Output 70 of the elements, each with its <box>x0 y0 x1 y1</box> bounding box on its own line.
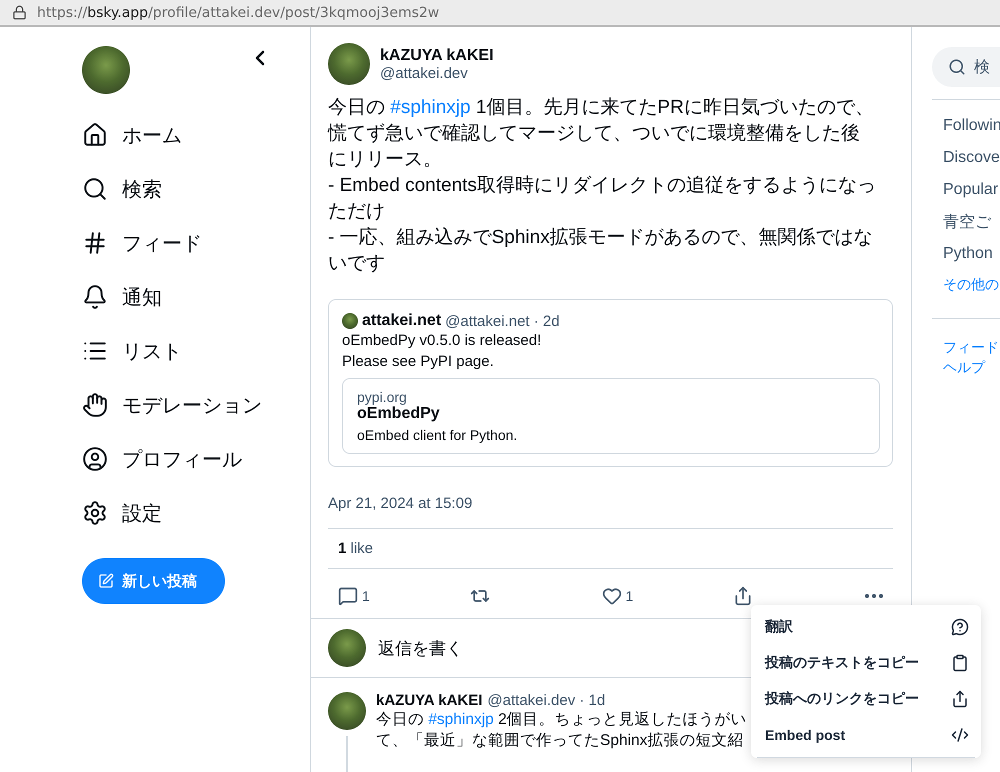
handle[interactable]: @attakei.dev <box>380 64 494 82</box>
menu-item[interactable]: Embed post <box>751 717 981 753</box>
hashtag-link[interactable]: #sphinxjp <box>428 711 494 728</box>
hand-icon <box>82 392 108 418</box>
code-icon <box>951 726 969 744</box>
settings-icon <box>82 500 108 526</box>
reply-prompt[interactable]: 返信を書く <box>378 636 463 660</box>
nav-item[interactable]: プロフィール <box>82 432 310 486</box>
feed-link[interactable]: Python <box>932 238 1000 270</box>
feed-link[interactable]: Discove <box>932 142 1000 174</box>
url-text: https://bsky.app/profile/attakei.dev/post/3kqmooj3ems2w <box>37 4 440 20</box>
quote-text: oEmbedPy v0.5.0 is released! <box>342 331 542 351</box>
question-bubble-icon <box>951 618 969 636</box>
link-domain: pypi.org <box>357 389 408 405</box>
post-text: - 一応、組み込みでSphinx拡張モードがあるので、無関係ではないです <box>328 226 874 276</box>
quoted-post[interactable]: attakei.net @attakei.net · 2d oEmbedPy v0.5.0 is released! Please see PyPI page. pypi.org oEmbedPy oEmbed client for Python. <box>328 299 893 467</box>
post-meta: @attakei.dev · 1d <box>487 692 606 709</box>
post-meta: @attakei.net · 2d <box>445 312 560 330</box>
avatar <box>328 629 366 667</box>
post-text: 今日の #sphinxjp 2個目。ちょっと見返したほうがい <box>376 710 747 730</box>
pen-icon <box>98 573 114 589</box>
avatar[interactable] <box>328 43 370 85</box>
footer-link[interactable]: ヘルプ <box>932 357 1000 377</box>
menu-item[interactable]: 投稿のテキストをコピー <box>751 645 981 681</box>
share-icon <box>733 586 754 606</box>
menu-item[interactable]: 投稿へのリンクをコピー <box>751 681 981 717</box>
heart-icon <box>602 586 622 606</box>
post-text: 今日の #sphinxjp 1個目。先月に来てたPRに昨日気づいたので、慌てず急いで確認してマージして、ついでに環境整備をした後にリリース。 <box>328 96 875 172</box>
nav-item[interactable]: モデレーション <box>82 378 310 432</box>
display-name: attakei.net <box>362 312 442 330</box>
post-text: て、「最近」な範囲で作ってたSphinx拡張の短文紹 <box>376 731 744 751</box>
address-bar[interactable]: https://bsky.app/profile/attakei.dev/post/3kqmooj3ems2w <box>0 0 1000 27</box>
hashtag-link[interactable]: #sphinxjp <box>390 97 471 118</box>
quote-text: Please see PyPI page. <box>342 352 495 372</box>
timestamp: Apr 21, 2024 at 15:09 <box>328 495 474 512</box>
avatar[interactable] <box>82 46 130 94</box>
bell-icon <box>82 284 108 310</box>
nav-item[interactable]: フィード <box>82 216 310 270</box>
link-description: oEmbed client for Python. <box>357 427 518 443</box>
nav-item[interactable]: リスト <box>82 324 310 378</box>
reply-button[interactable]: 1 <box>338 586 378 606</box>
menu-item[interactable]: 翻訳 <box>751 609 981 645</box>
new-post-button[interactable]: 新しい投稿 <box>82 558 225 604</box>
search-field[interactable]: 検 <box>932 47 1000 87</box>
avatar <box>342 313 358 329</box>
nav-item[interactable]: 通知 <box>82 270 310 324</box>
nav-item[interactable]: 検索 <box>82 162 310 216</box>
post-text: - Embed contents取得時にリダイレクトの追従をするようになっただけ <box>328 174 876 224</box>
feed-link[interactable]: 青空ご <box>932 206 1000 238</box>
link-card[interactable]: pypi.org oEmbedPy oEmbed client for Python. <box>342 378 880 454</box>
speech-bubble-icon <box>338 586 358 606</box>
nav-item[interactable]: 設定 <box>82 486 310 540</box>
clipboard-icon <box>951 654 969 672</box>
home-icon <box>82 122 108 148</box>
nav-item[interactable]: ホーム <box>82 108 310 162</box>
more-feeds-link[interactable]: その他の <box>932 274 1000 294</box>
display-name[interactable]: kAZUYA kAKEI <box>380 46 494 64</box>
search-icon <box>82 176 108 202</box>
user-circle-icon <box>82 446 108 472</box>
feed-link[interactable]: Popular <box>932 174 1000 206</box>
footer-link[interactable]: フィード <box>932 337 1000 357</box>
like-button[interactable]: 1 <box>602 586 642 606</box>
share-icon <box>951 690 969 708</box>
lock-icon <box>12 5 27 20</box>
display-name[interactable]: kAZUYA kAKEI <box>376 692 482 709</box>
link-title: oEmbedPy <box>357 405 441 423</box>
avatar[interactable] <box>328 692 366 730</box>
more-icon <box>865 594 883 598</box>
like-count[interactable]: 1 like <box>328 528 893 569</box>
search-icon <box>948 58 966 76</box>
